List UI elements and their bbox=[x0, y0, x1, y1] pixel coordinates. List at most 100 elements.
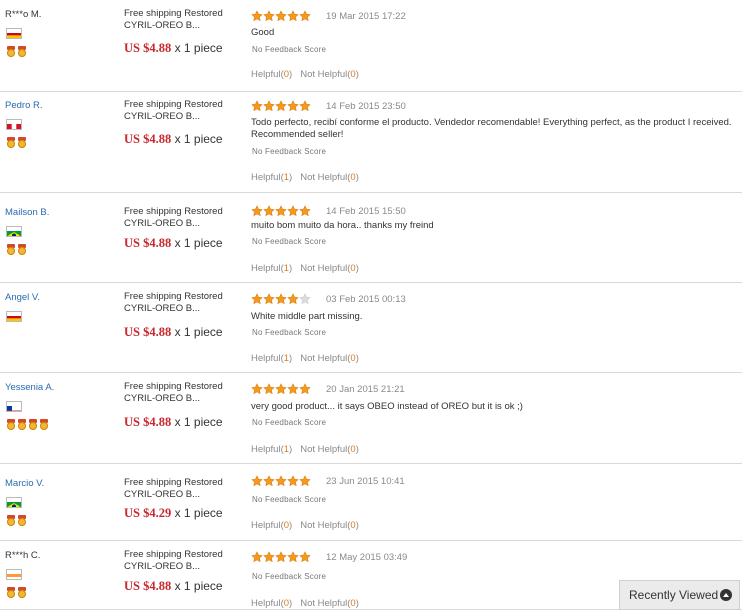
not-helpful-label: Not Helpful bbox=[300, 353, 348, 364]
not-helpful-button[interactable]: Not Helpful(0) bbox=[300, 172, 359, 183]
country-flag-icon bbox=[6, 401, 22, 412]
helpful-votes: Helpful(0) Not Helpful(0) bbox=[251, 69, 359, 80]
star-icon bbox=[263, 293, 275, 305]
star-icon bbox=[275, 383, 287, 395]
helpful-count: 1 bbox=[283, 172, 290, 183]
star-rating bbox=[251, 10, 311, 22]
star-icon bbox=[263, 10, 275, 22]
product-link[interactable]: Free shipping Restored CYRIL-OREO B... bbox=[124, 99, 242, 123]
product-link[interactable]: Free shipping Restored CYRIL-OREO B... bbox=[124, 291, 242, 315]
helpful-button[interactable]: Helpful(0) bbox=[251, 520, 292, 531]
helpful-button[interactable]: Helpful(1) bbox=[251, 263, 292, 274]
buyer-level-medals bbox=[6, 515, 27, 526]
buyer-name[interactable]: Pedro R. bbox=[5, 100, 43, 111]
order-price: US $4.29 x 1 piece bbox=[124, 506, 223, 521]
not-helpful-button[interactable]: Not Helpful(0) bbox=[300, 520, 359, 531]
country-flag-icon bbox=[6, 119, 22, 130]
not-helpful-count: 0 bbox=[350, 520, 356, 531]
star-icon bbox=[299, 205, 311, 217]
country-flag-icon bbox=[6, 569, 22, 580]
helpful-count: 1 bbox=[283, 444, 290, 455]
product-link[interactable]: Free shipping Restored CYRIL-OREO B... bbox=[124, 8, 242, 32]
helpful-button[interactable]: Helpful(1) bbox=[251, 172, 292, 183]
not-helpful-button[interactable]: Not Helpful(0) bbox=[300, 263, 359, 274]
price-value: US $4.88 bbox=[124, 41, 172, 55]
buyer-level-medals bbox=[6, 137, 27, 148]
star-rating bbox=[251, 293, 311, 305]
star-icon bbox=[287, 383, 299, 395]
helpful-button[interactable]: Helpful(0) bbox=[251, 69, 292, 80]
buyer-level-medals bbox=[6, 587, 27, 598]
order-price: US $4.88 x 1 piece bbox=[124, 132, 223, 147]
not-helpful-count: 0 bbox=[350, 598, 356, 609]
not-helpful-count: 0 bbox=[350, 263, 356, 274]
feedback-score: No Feedback Score bbox=[252, 572, 327, 581]
review-text: very good product... it says OBEO instea… bbox=[251, 401, 523, 412]
review-text: muito bom muito da hora.. thanks my frei… bbox=[251, 220, 434, 231]
helpful-button[interactable]: Helpful(1) bbox=[251, 353, 292, 364]
review-text: White middle part missing. bbox=[251, 311, 363, 322]
star-icon bbox=[299, 383, 311, 395]
not-helpful-button[interactable]: Not Helpful(0) bbox=[300, 353, 359, 364]
product-link[interactable]: Free shipping Restored CYRIL-OREO B... bbox=[124, 206, 242, 230]
quantity: x 1 piece bbox=[174, 132, 223, 146]
review-date: 12 May 2015 03:49 bbox=[326, 552, 408, 563]
star-icon bbox=[275, 10, 287, 22]
helpful-count: 0 bbox=[283, 520, 290, 531]
review-date: 19 Mar 2015 17:22 bbox=[326, 11, 406, 22]
star-icon bbox=[299, 293, 311, 305]
star-icon bbox=[263, 383, 275, 395]
star-icon bbox=[287, 293, 299, 305]
star-icon bbox=[251, 205, 263, 217]
star-icon bbox=[299, 10, 311, 22]
star-rating bbox=[251, 551, 311, 563]
buyer-level-medals bbox=[6, 46, 27, 57]
medal-icon bbox=[17, 419, 27, 430]
quantity: x 1 piece bbox=[174, 325, 223, 339]
star-icon bbox=[263, 551, 275, 563]
helpful-label: Helpful bbox=[251, 263, 281, 274]
not-helpful-button[interactable]: Not Helpful(0) bbox=[300, 598, 359, 609]
medal-icon bbox=[17, 244, 27, 255]
star-rating bbox=[251, 475, 311, 487]
recently-viewed-button[interactable]: Recently Viewed bbox=[619, 580, 740, 610]
product-link[interactable]: Free shipping Restored CYRIL-OREO B... bbox=[124, 381, 242, 405]
medal-icon bbox=[39, 419, 49, 430]
price-value: US $4.88 bbox=[124, 236, 172, 250]
feedback-score: No Feedback Score bbox=[252, 328, 327, 337]
helpful-count: 1 bbox=[283, 353, 290, 364]
review-row: Yessenia A. Free shipping Restored CYRIL-… bbox=[0, 373, 742, 464]
buyer-name[interactable]: Angel V. bbox=[5, 292, 40, 303]
review-row: Mailson B. Free shipping Restored CYRIL-O… bbox=[0, 193, 742, 283]
helpful-label: Helpful bbox=[251, 598, 281, 609]
product-link[interactable]: Free shipping Restored CYRIL-OREO B... bbox=[124, 477, 242, 501]
star-icon bbox=[275, 205, 287, 217]
helpful-label: Helpful bbox=[251, 444, 281, 455]
buyer-level-medals bbox=[6, 244, 27, 255]
helpful-button[interactable]: Helpful(0) bbox=[251, 598, 292, 609]
helpful-label: Helpful bbox=[251, 353, 281, 364]
buyer-level-medals bbox=[6, 419, 49, 430]
helpful-votes: Helpful(1) Not Helpful(0) bbox=[251, 353, 359, 364]
order-price: US $4.88 x 1 piece bbox=[124, 41, 223, 56]
medal-icon bbox=[17, 515, 27, 526]
star-icon bbox=[251, 383, 263, 395]
not-helpful-label: Not Helpful bbox=[300, 172, 348, 183]
review-date: 20 Jan 2015 21:21 bbox=[326, 384, 405, 395]
review-row: R***o M. Free shipping Restored CYRIL-ORE… bbox=[0, 0, 742, 92]
product-link[interactable]: Free shipping Restored CYRIL-OREO B... bbox=[124, 549, 242, 573]
not-helpful-button[interactable]: Not Helpful(0) bbox=[300, 69, 359, 80]
not-helpful-label: Not Helpful bbox=[300, 263, 348, 274]
feedback-score: No Feedback Score bbox=[252, 237, 327, 246]
helpful-button[interactable]: Helpful(1) bbox=[251, 444, 292, 455]
buyer-name[interactable]: Yessenia A. bbox=[5, 382, 54, 393]
order-price: US $4.88 x 1 piece bbox=[124, 579, 223, 594]
star-icon bbox=[287, 205, 299, 217]
feedback-score: No Feedback Score bbox=[252, 495, 327, 504]
star-rating bbox=[251, 205, 311, 217]
review-date: 23 Jun 2015 10:41 bbox=[326, 476, 405, 487]
star-rating bbox=[251, 100, 311, 112]
buyer-name[interactable]: Mailson B. bbox=[5, 207, 49, 218]
buyer-name[interactable]: Marcio V. bbox=[5, 478, 44, 489]
not-helpful-button[interactable]: Not Helpful(0) bbox=[300, 444, 359, 455]
